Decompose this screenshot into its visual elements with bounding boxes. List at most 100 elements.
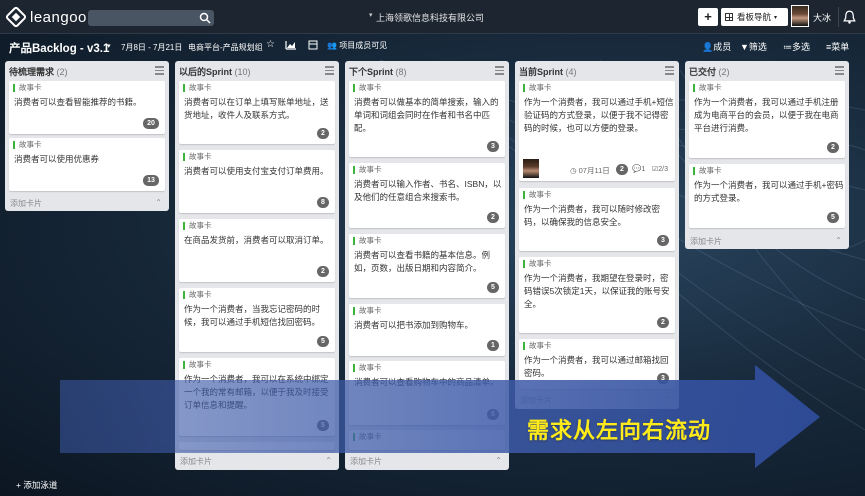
- list-title: 待梳理需求 (2): [9, 67, 68, 77]
- collapse-icon[interactable]: ⌃: [495, 456, 502, 465]
- visibility-setting[interactable]: 👥 项目成员可见: [327, 40, 387, 51]
- story-card[interactable]: 故事卡 消费者可以在订单上填写账单地址，送货地址，收件人及联系方式。 2: [179, 81, 335, 144]
- user-avatar[interactable]: [791, 5, 809, 27]
- list-menu-icon[interactable]: [325, 64, 334, 75]
- card-type-label: 故事卡: [523, 260, 552, 268]
- add-button[interactable]: +: [698, 8, 718, 26]
- multi-select-button[interactable]: ≔多选: [783, 40, 810, 53]
- story-card[interactable]: 故事卡 在商品发货前，消费者可以取消订单。 2: [179, 219, 335, 282]
- add-card-button[interactable]: 添加卡片: [10, 198, 42, 209]
- user-name[interactable]: 大冰: [813, 11, 831, 24]
- add-card-button[interactable]: 添加卡片: [690, 236, 722, 247]
- visibility-label: 项目成员可见: [339, 41, 388, 50]
- card-text: 消费者可以把书添加到购物车。: [354, 320, 474, 330]
- add-card-button[interactable]: 添加卡片: [350, 456, 382, 467]
- assignee-avatar[interactable]: [523, 159, 539, 178]
- members-label: 成员: [713, 42, 732, 52]
- board-title[interactable]: 产品Backlog - v3.1: [9, 40, 109, 56]
- story-card[interactable]: 故事卡 消费者可以做基本的简单搜索，输入的单词和词组会同时在作者和书名中匹配。 …: [349, 81, 505, 157]
- filter-button[interactable]: ▼筛选: [740, 40, 767, 53]
- card-text: 作为一个消费者，当我忘记密码的时候，我可以通过手机短信找回密码。: [184, 304, 321, 327]
- logo[interactable]: leangoo: [4, 5, 87, 29]
- chart-icon[interactable]: [285, 40, 297, 50]
- story-card[interactable]: 故事卡 消费者可以使用优惠券 13: [9, 138, 165, 191]
- card-type-label: 故事卡: [523, 191, 552, 199]
- story-card[interactable]: 故事卡 消费者可以把书添加到购物车。 1: [349, 304, 505, 356]
- board-navigation-button[interactable]: 看板导航 ▾: [721, 8, 788, 26]
- story-card[interactable]: 故事卡 作为一个消费者，我可以通过手机注册成为电商平台的会员，以便于我在电商平台…: [689, 81, 845, 158]
- card-type-label: 故事卡: [353, 433, 382, 441]
- collapse-icon[interactable]: ⌃: [665, 395, 672, 404]
- menu-button[interactable]: ≡菜单: [826, 40, 849, 53]
- archive-icon[interactable]: [308, 40, 318, 50]
- story-card[interactable]: 故事卡 消费者可以输入作者、书名、ISBN，以及他们的任意组合来搜索书。 2: [349, 163, 505, 228]
- card-text: 消费者可以查看智能推荐的书籍。: [14, 97, 142, 107]
- story-card[interactable]: 故事卡 作为一个消费者，我可以通过邮箱找回密码。 3: [519, 339, 675, 389]
- comment-count: 💬1: [632, 164, 646, 173]
- add-swimlane-button[interactable]: + 添加泳道: [16, 479, 57, 491]
- story-points-badge: 5: [827, 212, 839, 223]
- list-next-sprint: 下个Sprint (8) 故事卡 消费者可以做基本的简单搜索，输入的单词和词组会…: [345, 61, 509, 470]
- story-card[interactable]: [179, 442, 335, 450]
- card-type-label: 故事卡: [693, 167, 722, 175]
- story-points-badge: 2: [487, 212, 499, 223]
- add-card-button[interactable]: 添加卡片: [180, 456, 212, 467]
- list-count: (4): [565, 67, 577, 77]
- story-card[interactable]: 故事卡 作为一个消费者，当我忘记密码的时候，我可以通过手机短信找回密码。 5: [179, 288, 335, 352]
- collapse-icon[interactable]: ⌃: [155, 198, 162, 207]
- bell-icon[interactable]: [838, 7, 860, 27]
- story-card[interactable]: 故事卡: [349, 430, 505, 450]
- star-icon[interactable]: ☆: [266, 39, 275, 50]
- organization-selector[interactable]: 上海领歌信息科技有限公司: [376, 11, 484, 24]
- card-type-label: 故事卡: [353, 84, 382, 92]
- collapse-icon[interactable]: ⌃: [325, 456, 332, 465]
- list-header[interactable]: 当前Sprint (4): [515, 61, 679, 78]
- story-card[interactable]: 故事卡 消费者可以查看书籍的基本信息。例如，页数，出版日期和内容简介。 5: [349, 234, 505, 298]
- list-header[interactable]: 以后的Sprint (10): [175, 61, 339, 78]
- clock-icon: ◷: [570, 166, 579, 175]
- card-text: 作为一个消费者，我可以通过手机注册成为电商平台的会员，以便于我在电商平台进行消费…: [694, 97, 839, 133]
- list-menu-icon[interactable]: [665, 64, 674, 75]
- story-points-badge: 5: [317, 420, 329, 431]
- collapse-icon[interactable]: ⌃: [835, 236, 842, 245]
- search-icon[interactable]: [199, 12, 211, 24]
- sprint-date-range[interactable]: 7月8日 - 7月21日: [121, 42, 182, 53]
- story-card[interactable]: 故事卡 作为一个消费者，我可以通过手机+短信验证码的方式登录，以便于我不记得密码…: [519, 81, 675, 181]
- story-card[interactable]: 故事卡 作为一个消费者，我可以在系统中绑定一个我的常有邮箱，以便于我及时接受订单…: [179, 358, 335, 436]
- list-header[interactable]: 下个Sprint (8): [345, 61, 509, 78]
- story-card[interactable]: 故事卡 作为一个消费者，我可以随时修改密码，以确保我的信息安全。 3: [519, 188, 675, 251]
- story-card[interactable]: 故事卡 作为一个消费者，我可以通过手机+密码的方式登录。 5: [689, 164, 845, 228]
- card-type-label: 故事卡: [693, 84, 722, 92]
- comment-icon: 💬: [632, 164, 642, 173]
- card-type-label: 故事卡: [183, 291, 212, 299]
- checklist-icon: ≔: [783, 42, 792, 52]
- chevron-down-icon[interactable]: ▾: [107, 42, 111, 50]
- search-input[interactable]: [88, 10, 214, 26]
- story-card[interactable]: 故事卡 消费者可以查看购物车中的商品清单。 5: [349, 361, 505, 425]
- card-type-label: 故事卡: [13, 84, 42, 92]
- list-header[interactable]: 已交付 (2): [685, 61, 849, 78]
- story-points-badge: 5: [317, 336, 329, 347]
- chevron-down-icon[interactable]: ▾: [369, 11, 373, 19]
- card-type-label: 故事卡: [13, 141, 42, 149]
- list-count: (8): [395, 67, 407, 77]
- due-date: ◷ 07月11日: [570, 166, 610, 175]
- filter-label: 筛选: [748, 42, 767, 52]
- list-menu-icon[interactable]: [155, 64, 164, 75]
- story-card[interactable]: 故事卡 消费者可以查看智能推荐的书籍。 20: [9, 81, 165, 134]
- card-meta: ◷ 07月11日 2 💬1 ☑2/3: [523, 159, 675, 179]
- grid-icon: [725, 13, 733, 21]
- story-card[interactable]: 故事卡 作为一个消费者，我期望在登录时，密码错误5次锁定1天，以保证我的账号安全…: [519, 257, 675, 333]
- story-card[interactable]: 故事卡 消费者可以使用支付宝支付订单费用。 8: [179, 150, 335, 213]
- list-menu-icon[interactable]: [835, 64, 844, 75]
- add-card-button[interactable]: 添加卡片: [520, 395, 552, 406]
- card-type-label: 故事卡: [353, 364, 382, 372]
- story-points-badge: 3: [657, 235, 669, 246]
- list-count: (2): [718, 67, 730, 77]
- list-menu-icon[interactable]: [495, 64, 504, 75]
- members-button[interactable]: 👤成员: [702, 40, 731, 53]
- list-title: 下个Sprint (8): [349, 67, 407, 77]
- list-future-sprint: 以后的Sprint (10) 故事卡 消费者可以在订单上填写账单地址，送货地址，…: [175, 61, 339, 470]
- list-header[interactable]: 待梳理需求 (2): [5, 61, 169, 78]
- users-icon: 👥: [327, 41, 337, 50]
